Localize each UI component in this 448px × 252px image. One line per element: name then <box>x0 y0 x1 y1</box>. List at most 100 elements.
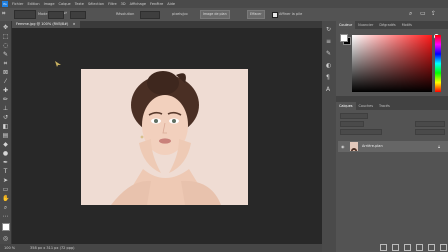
quick-mask-icon[interactable]: ◎ <box>2 235 9 242</box>
menu-3d[interactable]: 3D <box>121 2 126 7</box>
eraser-tool-icon[interactable]: ◧ <box>2 123 9 130</box>
layer-style-icon[interactable] <box>392 244 399 251</box>
menu-texte[interactable]: Texte <box>75 2 84 7</box>
tab-couches[interactable]: Couches <box>356 102 376 110</box>
tab-motifs[interactable]: Motifs <box>399 21 415 29</box>
eye-icon[interactable]: ◉ <box>341 144 345 149</box>
menu-edition[interactable]: Edition <box>27 2 39 7</box>
collapsed-panels-strip: ↻ ≡ ✎ ◐ ¶ A <box>322 21 336 252</box>
menu-fenetre[interactable]: Fenêtre <box>150 2 163 7</box>
link-layers-icon[interactable] <box>380 244 387 251</box>
color-panel-tabs: Couleur Nuancier Dégradés Motifs <box>336 21 448 29</box>
layers-footer <box>380 244 448 251</box>
layer-thumbnail <box>350 142 358 151</box>
tab-traces[interactable]: Tracés <box>376 102 393 110</box>
share-icon[interactable]: ⇪ <box>431 10 438 17</box>
pen-tool-icon[interactable]: ✒ <box>2 159 9 166</box>
dodge-tool-icon[interactable]: ● <box>2 150 9 157</box>
affiner-checkbox[interactable] <box>272 11 278 18</box>
layers-panel-tabs: Calques Couches Tracés <box>336 102 448 110</box>
lasso-tool-icon[interactable]: ◌ <box>2 42 9 49</box>
tab-calques[interactable]: Calques <box>336 102 356 110</box>
options-bar: ⌗ Mode ⇄ Résolution pixels/po Image de p… <box>0 8 448 21</box>
tab-degrades[interactable]: Dégradés <box>376 21 398 29</box>
field-label-mode: Mode <box>38 11 48 16</box>
tab-nuancier[interactable]: Nuancier <box>355 21 376 29</box>
crop-tool-icon[interactable]: ⌗ <box>2 10 10 18</box>
menu-aide[interactable]: Aide <box>167 2 175 7</box>
menu-affichage[interactable]: Affichage <box>130 2 146 7</box>
glyph-panel-icon[interactable]: A <box>326 87 330 93</box>
height-field[interactable] <box>70 10 86 19</box>
ratio-dropdown[interactable] <box>14 10 36 19</box>
new-group-icon[interactable] <box>428 244 435 251</box>
status-bar: 100 % 358 px x 311 px (72 ppp) <box>0 244 322 252</box>
new-layer-icon[interactable] <box>440 244 447 251</box>
history-brush-tool-icon[interactable]: ↺ <box>2 114 9 121</box>
blend-mode-dropdown[interactable] <box>340 121 364 127</box>
crop-tool-icon[interactable]: ⌗ <box>2 60 9 67</box>
image-de-plan-button[interactable]: Image de plan <box>200 10 230 19</box>
more-tools-icon[interactable]: ⋯ <box>2 213 9 220</box>
paragraph-panel-icon[interactable]: ¶ <box>326 75 330 81</box>
hue-slider[interactable] <box>435 35 441 92</box>
cursor-icon <box>55 52 61 67</box>
adjustments-panel-icon[interactable]: ◐ <box>326 63 331 69</box>
blur-tool-icon[interactable]: ◆ <box>2 141 9 148</box>
document-tab[interactable]: Femme.jpg @ 100% (RVB/8#) × <box>12 21 80 28</box>
document-size: 358 px x 311 px (72 ppp) <box>30 245 75 250</box>
width-field[interactable] <box>48 10 64 19</box>
field-label-units: pixels/po <box>172 11 188 16</box>
field-label-resolution: Résolution <box>116 11 135 16</box>
foreground-color-swatch[interactable] <box>2 223 10 231</box>
document-tab-bar: Femme.jpg @ 100% (RVB/8#) × <box>12 21 322 28</box>
menu-calque[interactable]: Calque <box>59 2 71 7</box>
rectangle-tool-icon[interactable]: ▭ <box>2 186 9 193</box>
menu-fichier[interactable]: Fichier <box>12 2 23 7</box>
zoom-tool-icon[interactable]: ⌕ <box>2 204 9 211</box>
type-tool-icon[interactable]: T <box>2 168 9 175</box>
clone-stamp-tool-icon[interactable]: ⊥ <box>2 105 9 112</box>
tab-couleur[interactable]: Couleur <box>336 21 356 29</box>
effacer-button[interactable]: Effacer <box>247 10 265 19</box>
fill-field[interactable] <box>415 129 445 135</box>
layer-name: Arrière-plan <box>362 144 383 148</box>
lock-controls[interactable] <box>340 129 382 135</box>
menu-selection[interactable]: Sélection <box>88 2 104 7</box>
panel-foreground-swatch[interactable] <box>340 34 348 42</box>
search-icon[interactable]: ⌕ <box>409 10 416 17</box>
close-tab-icon[interactable]: × <box>73 22 76 26</box>
add-mask-icon[interactable] <box>404 244 411 251</box>
gradient-tool-icon[interactable]: ▤ <box>2 132 9 139</box>
color-picker-field[interactable] <box>352 35 432 92</box>
layer-filter-dropdown[interactable] <box>340 113 368 119</box>
brush-panel-icon[interactable]: ✎ <box>326 51 331 57</box>
frame-tool-icon[interactable]: ⊠ <box>2 69 9 76</box>
eyedropper-tool-icon[interactable]: ⁄ <box>2 78 9 85</box>
brush-tool-icon[interactable]: ✏ <box>2 96 9 103</box>
move-tool-icon[interactable]: ✥ <box>2 24 9 31</box>
history-panel-icon[interactable]: ↻ <box>326 27 331 33</box>
checkbox-label: Affiner la pile <box>279 11 303 16</box>
marquee-tool-icon[interactable]: ⬚ <box>2 33 9 40</box>
lock-icon: 🔒︎ <box>438 143 441 149</box>
resolution-field[interactable] <box>140 10 160 19</box>
swap-icon[interactable]: ⇄ <box>64 11 67 16</box>
tools-panel: ✥ ⬚ ◌ ✎ ⌗ ⊠ ⁄ ✚ ✏ ⊥ ↺ ◧ ▤ ◆ ● ✒ T ➤ ▭ ✋ … <box>0 21 13 244</box>
path-selection-tool-icon[interactable]: ➤ <box>2 177 9 184</box>
opacity-field[interactable] <box>415 121 445 127</box>
adjustment-layer-icon[interactable] <box>416 244 423 251</box>
photoshop-logo-icon: Ps <box>2 1 8 7</box>
portrait-photo <box>81 69 248 205</box>
healing-brush-tool-icon[interactable]: ✚ <box>2 87 9 94</box>
hand-tool-icon[interactable]: ✋ <box>2 195 9 202</box>
document-title: Femme.jpg @ 100% (RVB/8#) <box>16 22 69 26</box>
quick-selection-tool-icon[interactable]: ✎ <box>2 51 9 58</box>
menu-image[interactable]: Image <box>44 2 55 7</box>
zoom-level[interactable]: 100 % <box>4 246 15 251</box>
workspace-icon[interactable]: ▭ <box>420 10 427 17</box>
menu-filtre[interactable]: Filtre <box>108 2 117 7</box>
document-image[interactable] <box>81 69 248 205</box>
properties-panel-icon[interactable]: ≡ <box>326 39 331 45</box>
layer-row[interactable]: ◉ Arrière-plan 🔒︎ <box>338 141 448 152</box>
